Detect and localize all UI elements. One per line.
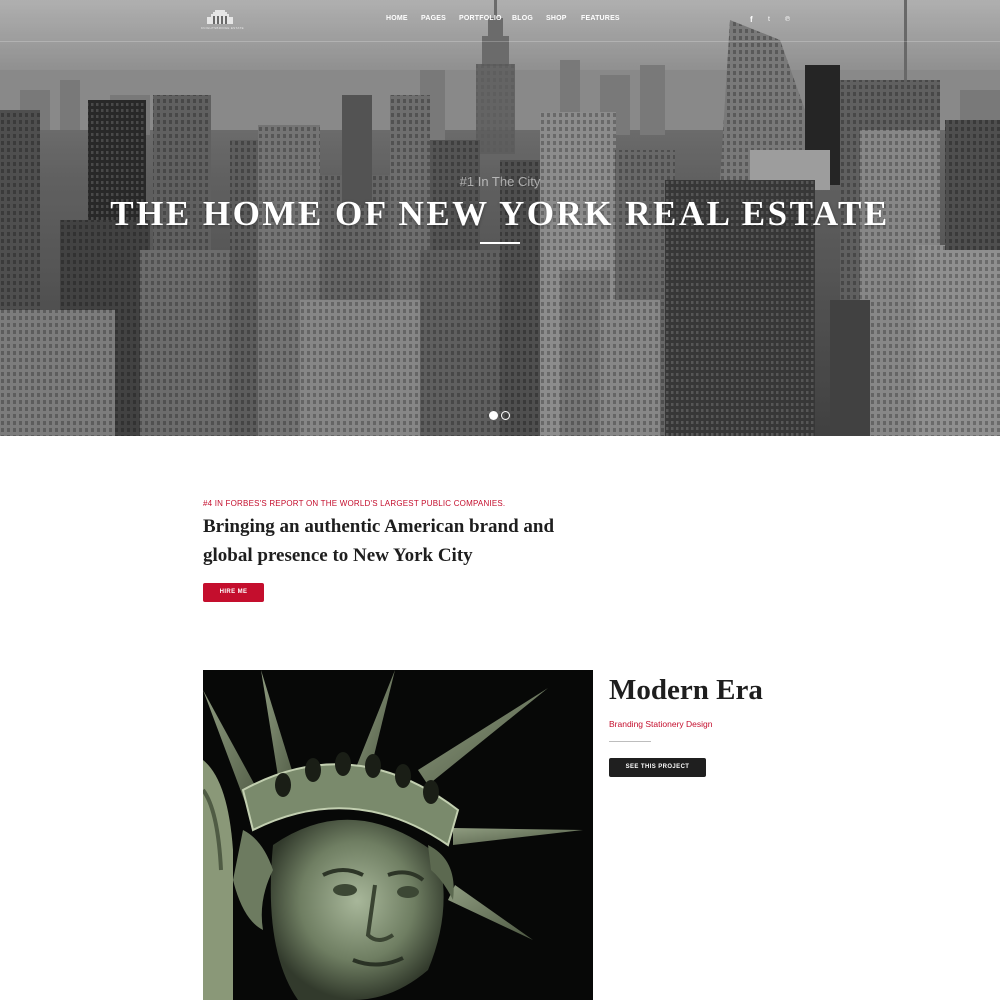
intro-heading: Bringing an authentic American brand and… xyxy=(203,512,623,570)
slider-dot-1[interactable] xyxy=(489,411,498,420)
twitter-icon[interactable]: t xyxy=(768,14,770,26)
building-logo-icon xyxy=(207,10,233,24)
hero-divider xyxy=(480,242,520,244)
nav-item-pages[interactable]: PAGES xyxy=(421,15,446,22)
project-image-statue-of-liberty[interactable] xyxy=(203,670,593,1000)
hero-title: THE HOME OF NEW YORK REAL ESTATE xyxy=(110,194,890,233)
statue-of-liberty-image xyxy=(203,670,593,1000)
slider-pagination xyxy=(489,411,513,421)
nav-item-blog[interactable]: BLOG xyxy=(512,15,533,22)
top-navigation-bar: KNIGHTSBRIDGE ESTATE HOME PAGES PORTFOLI… xyxy=(0,0,1000,42)
slider-dot-2[interactable] xyxy=(501,411,510,420)
facebook-icon[interactable]: f xyxy=(750,14,753,26)
project-divider xyxy=(609,741,651,742)
intro-kicker: #4 IN FORBES'S REPORT ON THE WORLD'S LAR… xyxy=(203,499,506,508)
intro-heading-line-2: global presence to New York City xyxy=(203,545,473,566)
nav-item-portfolio[interactable]: PORTFOLIO xyxy=(459,15,502,22)
project-title: Modern Era xyxy=(609,674,763,706)
nav-divider xyxy=(0,41,1000,42)
project-subtitle[interactable]: Branding Stationery Design xyxy=(609,719,712,729)
intro-heading-line-1: Bringing an authentic American brand and xyxy=(203,516,555,537)
pinterest-icon[interactable]: ℗ xyxy=(785,14,790,26)
nav-item-features[interactable]: FEATURES xyxy=(581,15,620,22)
nav-item-home[interactable]: HOME xyxy=(386,15,408,22)
nav-item-shop[interactable]: SHOP xyxy=(546,15,567,22)
site-logo[interactable]: KNIGHTSBRIDGE ESTATE xyxy=(201,10,244,32)
hire-me-button[interactable]: HIRE ME xyxy=(203,583,264,602)
hero-kicker: #1 In The City xyxy=(459,174,541,189)
logo-caption: KNIGHTSBRIDGE ESTATE xyxy=(201,26,244,30)
see-this-project-button[interactable]: SEE THIS PROJECT xyxy=(609,758,706,777)
hero-section: KNIGHTSBRIDGE ESTATE HOME PAGES PORTFOLI… xyxy=(0,0,1000,436)
